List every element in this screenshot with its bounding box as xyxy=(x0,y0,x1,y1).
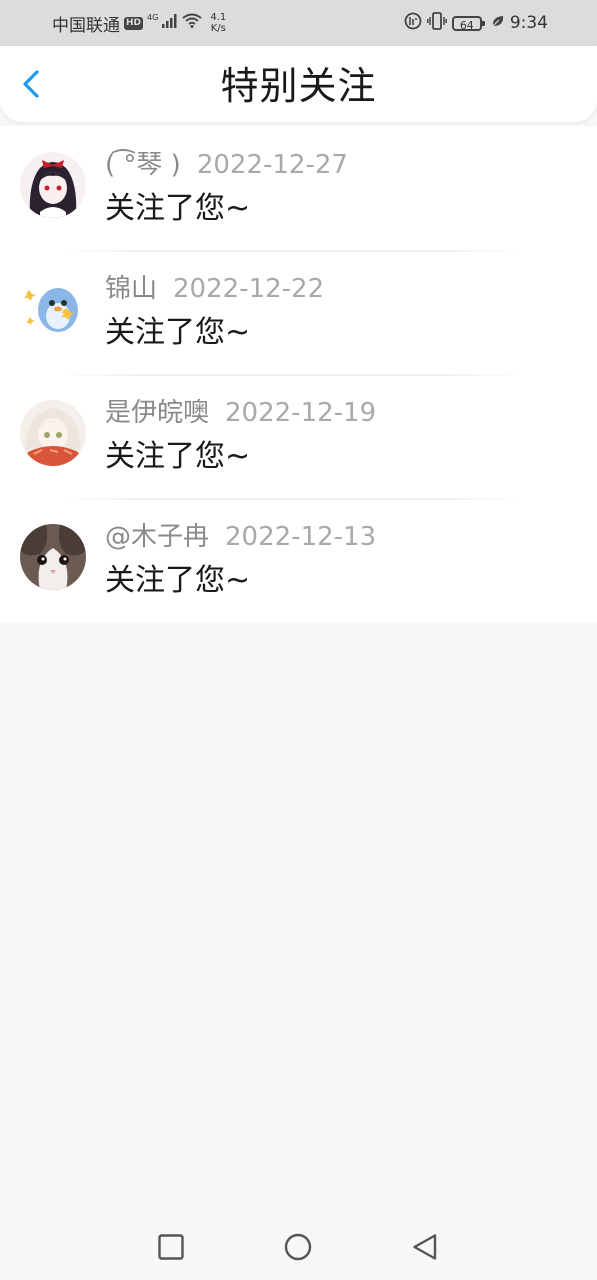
status-right: 64 9:34 xyxy=(404,0,548,46)
system-back-button[interactable] xyxy=(410,1232,440,1262)
recents-button[interactable] xyxy=(156,1232,186,1262)
network-type: 4G xyxy=(147,12,159,22)
list-item[interactable]: ( ͡°琴 ) 2022-12-27 关注了您~ xyxy=(0,126,597,250)
follow-date: 2022-12-13 xyxy=(225,522,377,552)
header: 特别关注 xyxy=(0,46,597,122)
home-button[interactable] xyxy=(283,1232,313,1262)
hd-badge: HD xyxy=(124,16,144,30)
user-name[interactable]: @木子冉 xyxy=(105,522,209,552)
follow-message: 关注了您~ xyxy=(105,439,251,474)
follow-date: 2022-12-27 xyxy=(196,150,348,180)
vibrate-icon xyxy=(426,11,447,35)
carrier-label: 中国联通 xyxy=(52,15,120,36)
wifi-icon xyxy=(182,13,202,33)
speed-value: 4.1 xyxy=(210,12,227,23)
network-speed: 4.1 K/s xyxy=(206,12,230,34)
user-name[interactable]: 是伊皖噢 xyxy=(105,398,209,428)
user-name[interactable]: ( ͡°琴 ) xyxy=(105,150,181,180)
avatar[interactable] xyxy=(20,276,86,342)
follow-message: 关注了您~ xyxy=(105,191,251,226)
cartoon-penguin-avatar-icon xyxy=(20,276,86,342)
cat-avatar-icon xyxy=(20,524,86,590)
item-meta: ( ͡°琴 ) 2022-12-27 xyxy=(105,148,348,182)
square-icon xyxy=(156,1234,186,1266)
item-meta: 锦山 2022-12-22 xyxy=(105,272,324,306)
signal-icon xyxy=(162,13,178,33)
follow-date: 2022-12-22 xyxy=(173,274,325,304)
sync-icon xyxy=(404,12,422,35)
follow-list: ( ͡°琴 ) 2022-12-27 关注了您~ 锦山 2022-12-22 关注了… xyxy=(0,126,597,622)
triangle-back-icon xyxy=(410,1234,440,1266)
speed-unit: K/s xyxy=(210,23,226,34)
battery-icon: 64 xyxy=(451,15,485,32)
page-title: 特别关注 xyxy=(220,64,377,108)
follow-message: 关注了您~ xyxy=(105,315,251,350)
list-item[interactable]: 是伊皖噢 2022-12-19 关注了您~ xyxy=(0,374,597,498)
clock: 9:34 xyxy=(509,13,548,33)
circle-icon xyxy=(283,1233,313,1266)
status-bar: 中国联通 HD 4G 4.1 K/s 64 9:34 xyxy=(0,0,597,46)
anime-girl-avatar-icon xyxy=(20,152,86,218)
follow-date: 2022-12-19 xyxy=(225,398,377,428)
avatar[interactable] xyxy=(20,524,86,590)
item-meta: 是伊皖噢 2022-12-19 xyxy=(105,396,376,430)
list-item[interactable]: 锦山 2022-12-22 关注了您~ xyxy=(0,250,597,374)
anime-girl-scarf-avatar-icon xyxy=(20,400,86,466)
follow-message: 关注了您~ xyxy=(105,563,251,598)
list-item[interactable]: @木子冉 2022-12-13 关注了您~ xyxy=(0,498,597,622)
user-name[interactable]: 锦山 xyxy=(105,274,157,304)
navigation-bar xyxy=(0,1212,597,1280)
avatar[interactable] xyxy=(20,400,86,466)
avatar[interactable] xyxy=(20,152,86,218)
item-meta: @木子冉 2022-12-13 xyxy=(105,520,376,554)
leaf-icon xyxy=(491,13,505,33)
status-left: 中国联通 HD 4G 4.1 K/s xyxy=(52,0,230,46)
